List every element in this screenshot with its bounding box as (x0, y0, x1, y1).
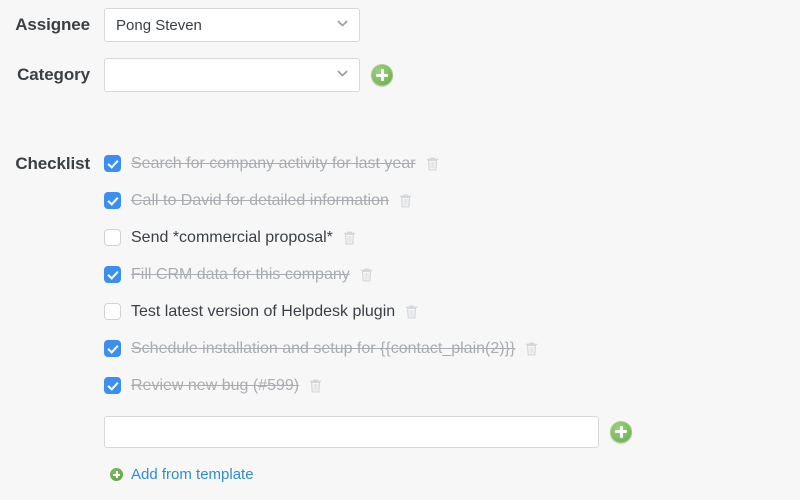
checklist-item: Call to David for detailed information (104, 182, 632, 219)
category-label: Category (0, 58, 104, 92)
category-select[interactable] (104, 58, 360, 92)
plus-circle-small-icon (110, 468, 123, 481)
task-form: Assignee Pong Steven Category C (0, 0, 800, 500)
trash-icon[interactable] (308, 378, 323, 394)
checklist-item-label: Schedule installation and setup for {{co… (131, 340, 515, 358)
trash-icon[interactable] (359, 267, 374, 283)
trash-icon[interactable] (404, 304, 419, 320)
checklist-item-label: Review new bug (#599) (131, 377, 299, 395)
checklist-item-checkbox[interactable] (104, 266, 121, 283)
new-checklist-item-row (104, 413, 632, 450)
trash-icon[interactable] (425, 156, 440, 172)
checklist-label: Checklist (0, 145, 104, 182)
checklist-item-label: Test latest version of Helpdesk plugin (131, 303, 395, 321)
category-row: Category (0, 58, 393, 92)
assignee-select[interactable]: Pong Steven (104, 8, 360, 42)
checklist-item: Send *commercial proposal* (104, 219, 632, 256)
checklist: Search for company activity for last yea… (104, 145, 632, 483)
checklist-item-checkbox[interactable] (104, 192, 121, 209)
checklist-item-checkbox[interactable] (104, 229, 121, 246)
add-category-button[interactable] (371, 64, 393, 86)
checklist-item: Test latest version of Helpdesk plugin (104, 293, 632, 330)
checklist-item-checkbox[interactable] (104, 303, 121, 320)
add-from-template-link[interactable]: Add from template (131, 466, 254, 483)
checklist-item-label: Search for company activity for last yea… (131, 155, 416, 173)
chevron-down-icon (337, 68, 348, 79)
assignee-row: Assignee Pong Steven (0, 8, 360, 42)
checklist-item: Schedule installation and setup for {{co… (104, 330, 632, 367)
assignee-label: Assignee (0, 8, 104, 42)
add-from-template-row[interactable]: Add from template (110, 466, 632, 483)
add-checklist-item-button[interactable] (610, 421, 632, 443)
assignee-select-value: Pong Steven (116, 17, 202, 34)
checklist-item-checkbox[interactable] (104, 340, 121, 357)
trash-icon[interactable] (524, 341, 539, 357)
checklist-item-label: Fill CRM data for this company (131, 266, 350, 284)
checklist-item: Fill CRM data for this company (104, 256, 632, 293)
new-checklist-item-input[interactable] (104, 416, 599, 448)
checklist-item-label: Call to David for detailed information (131, 192, 389, 210)
chevron-down-icon (337, 18, 348, 29)
checklist-item: Review new bug (#599) (104, 367, 632, 404)
trash-icon[interactable] (342, 230, 357, 246)
trash-icon[interactable] (398, 193, 413, 209)
checklist-item-label: Send *commercial proposal* (131, 229, 333, 247)
checklist-row: Checklist Search for company activity fo… (0, 145, 632, 483)
checklist-item: Search for company activity for last yea… (104, 145, 632, 182)
checklist-item-checkbox[interactable] (104, 155, 121, 172)
checklist-item-checkbox[interactable] (104, 377, 121, 394)
